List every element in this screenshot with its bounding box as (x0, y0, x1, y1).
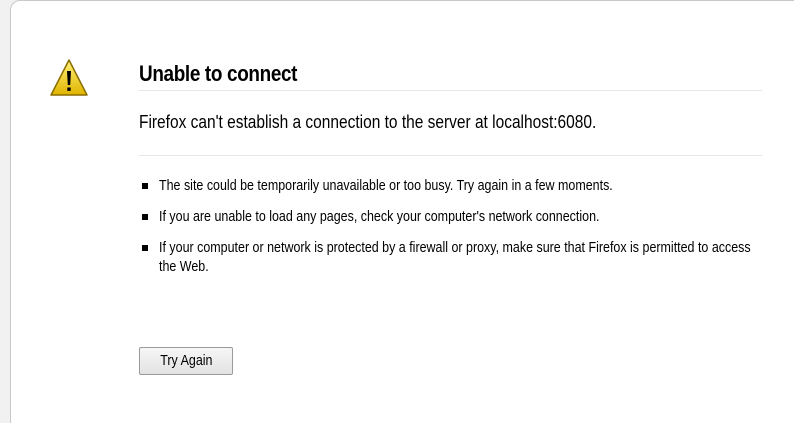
bullet-icon (142, 183, 148, 189)
list-item: If you are unable to load any pages, che… (139, 208, 762, 227)
list-item: The site could be temporarily unavailabl… (139, 177, 762, 196)
reasons-list: The site could be temporarily unavailabl… (139, 177, 762, 277)
try-again-label: Try Again (159, 353, 213, 369)
try-again-button[interactable]: Try Again (139, 347, 233, 375)
reason-text: If your computer or network is protected… (159, 240, 751, 275)
error-long-description: The site could be temporarily unavailabl… (139, 177, 762, 277)
bullet-icon (142, 214, 148, 220)
reason-text: If you are unable to load any pages, che… (159, 209, 600, 225)
list-item: If your computer or network is protected… (139, 239, 762, 277)
error-page: Unable to connect Firefox can't establis… (0, 0, 794, 423)
bullet-icon (142, 245, 148, 251)
error-content: Unable to connect Firefox can't establis… (139, 60, 762, 289)
description-divider (139, 155, 762, 156)
error-short-description: Firefox can't establish a connection to … (139, 112, 597, 132)
error-title: Unable to connect (139, 61, 298, 86)
warning-icon (50, 59, 88, 96)
reason-text: The site could be temporarily unavailabl… (159, 178, 613, 194)
